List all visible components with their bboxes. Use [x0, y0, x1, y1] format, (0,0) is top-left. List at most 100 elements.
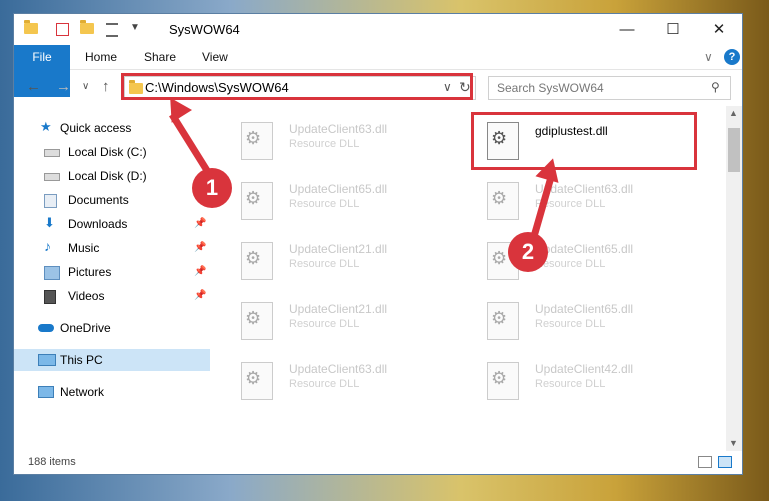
pin-icon: 📌 [194, 290, 207, 301]
new-folder-icon[interactable] [80, 20, 94, 35]
list-item[interactable]: ⚙ UpdateClient21.dll Resource DLL [233, 234, 449, 286]
forward-icon[interactable]: → [56, 78, 71, 95]
nav-pictures[interactable]: Pictures 📌 [14, 261, 210, 283]
pin-icon: 📌 [194, 266, 207, 277]
status-bar: 188 items [14, 451, 742, 474]
file-type: Resource DLL [289, 138, 360, 150]
recent-locations-icon[interactable]: ∨ [82, 81, 89, 92]
step-badge-2: 2 [508, 232, 548, 272]
gear-icon: ⚙ [491, 248, 508, 268]
list-item[interactable]: ⚙ UpdateClient42.dll Resource DLL [479, 354, 695, 406]
file-name: UpdateClient21.dll [289, 302, 388, 316]
tab-view[interactable]: View [202, 45, 228, 69]
nav-label: This PC [60, 353, 103, 367]
gear-icon: ⚙ [245, 308, 262, 328]
customize-toolbar-icon[interactable] [106, 23, 118, 37]
folder-icon [24, 20, 38, 35]
list-item[interactable]: ⚙ UpdateClient63.dll Resource DLL [479, 174, 695, 226]
up-icon[interactable]: ↑ [102, 78, 110, 95]
ribbon-tabs: File Home Share View ∨ ? [14, 45, 742, 97]
nav-label: Pictures [68, 265, 112, 279]
file-type: Resource DLL [289, 378, 360, 390]
gear-icon: ⚙ [245, 248, 262, 268]
file-type: Resource DLL [289, 318, 360, 330]
scroll-thumb[interactable] [728, 128, 740, 172]
minimize-button[interactable]: — [604, 14, 650, 45]
explorer-window: ▼ SysWOW64 — ☐ ✕ File Home Share View ∨ … [14, 14, 742, 474]
nav-videos[interactable]: Videos 📌 [14, 285, 210, 307]
details-view-icon[interactable] [698, 456, 712, 468]
scroll-down-icon[interactable]: ▼ [729, 438, 738, 448]
close-button[interactable]: ✕ [696, 14, 742, 45]
nav-label: Music [68, 241, 100, 255]
nav-label: Quick access [60, 121, 132, 135]
documents-icon [44, 194, 57, 208]
nav-local-disk-c[interactable]: Local Disk (C:) [14, 141, 210, 163]
file-type: Resource DLL [289, 258, 360, 270]
nav-downloads[interactable]: ⬇ Downloads 📌 [14, 213, 210, 235]
search-input[interactable]: Search SysWOW64 ⚲ [488, 76, 731, 100]
vertical-scrollbar[interactable]: ▲ ▼ [726, 106, 742, 451]
file-type: Resource DLL [535, 318, 606, 330]
drive-icon [44, 173, 60, 181]
address-bar-row: ← → ∨ ↑ C:\Windows\SysWOW64 ∨ ↻ Search S… [14, 72, 742, 104]
list-item[interactable]: ⚙ UpdateClient65.dll Resource DLL [479, 294, 695, 346]
file-name: UpdateClient63.dll [289, 122, 388, 136]
nav-local-disk-d[interactable]: Local Disk (D:) [14, 165, 210, 187]
nav-onedrive[interactable]: OneDrive [14, 317, 210, 339]
title-bar: ▼ SysWOW64 — ☐ ✕ [14, 14, 742, 45]
back-icon[interactable]: ← [26, 78, 41, 95]
item-count: 188 items [28, 456, 76, 468]
file-name: UpdateClient65.dll [535, 302, 634, 316]
tab-home[interactable]: Home [85, 45, 117, 69]
gear-icon: ⚙ [491, 368, 508, 388]
nav-label: Network [60, 385, 105, 399]
help-icon[interactable]: ? [724, 49, 740, 65]
gear-icon: ⚙ [491, 308, 508, 328]
list-item[interactable]: ⚙ UpdateClient63.dll Resource DLL [233, 114, 449, 166]
video-icon [44, 290, 56, 304]
nav-label: Local Disk (D:) [68, 169, 147, 183]
nav-this-pc[interactable]: This PC [14, 349, 210, 371]
computer-icon [38, 354, 56, 366]
network-icon [38, 386, 54, 398]
gear-icon: ⚙ [245, 128, 262, 148]
gear-icon: ⚙ [491, 188, 508, 208]
file-type: Resource DLL [289, 198, 360, 210]
chevron-down-icon[interactable]: ▼ [130, 22, 144, 36]
file-name: UpdateClient65.dll [289, 182, 388, 196]
step-badge-1: 1 [192, 168, 232, 208]
maximize-button[interactable]: ☐ [650, 14, 696, 45]
nav-documents[interactable]: Documents [14, 189, 210, 211]
nav-music[interactable]: ♪ Music 📌 [14, 237, 210, 259]
pin-icon: 📌 [194, 218, 207, 229]
list-item[interactable]: ⚙ UpdateClient63.dll Resource DLL [233, 354, 449, 406]
window-title: SysWOW64 [169, 22, 240, 37]
large-icons-view-icon[interactable] [718, 456, 732, 468]
list-item[interactable]: ⚙ UpdateClient21.dll Resource DLL [233, 294, 449, 346]
search-placeholder: Search SysWOW64 [497, 81, 604, 95]
expand-ribbon-icon[interactable]: ∨ [704, 45, 713, 69]
gear-icon: ⚙ [245, 188, 262, 208]
download-icon: ⬇ [44, 215, 55, 230]
nav-network[interactable]: Network [14, 381, 210, 403]
file-name: UpdateClient42.dll [535, 362, 634, 376]
drive-icon [44, 149, 60, 157]
navigation-pane: ★ Quick access Local Disk (C:) Local Dis… [14, 106, 210, 446]
tab-share[interactable]: Share [144, 45, 176, 69]
search-icon: ⚲ [711, 80, 720, 94]
nav-label: OneDrive [60, 321, 111, 335]
file-highlight-box [471, 112, 697, 170]
list-item[interactable]: ⚙ UpdateClient65.dll Resource DLL [233, 174, 449, 226]
file-name: UpdateClient21.dll [289, 242, 388, 256]
pin-icon: 📌 [194, 242, 207, 253]
scroll-up-icon[interactable]: ▲ [729, 108, 738, 118]
nav-label: Local Disk (C:) [68, 145, 147, 159]
properties-icon[interactable] [56, 23, 69, 36]
file-type: Resource DLL [535, 378, 606, 390]
nav-label: Documents [68, 193, 129, 207]
file-name: UpdateClient63.dll [289, 362, 388, 376]
gear-icon: ⚙ [245, 368, 262, 388]
file-name: UpdateClient65.dll [535, 242, 634, 256]
cloud-icon [38, 324, 54, 332]
